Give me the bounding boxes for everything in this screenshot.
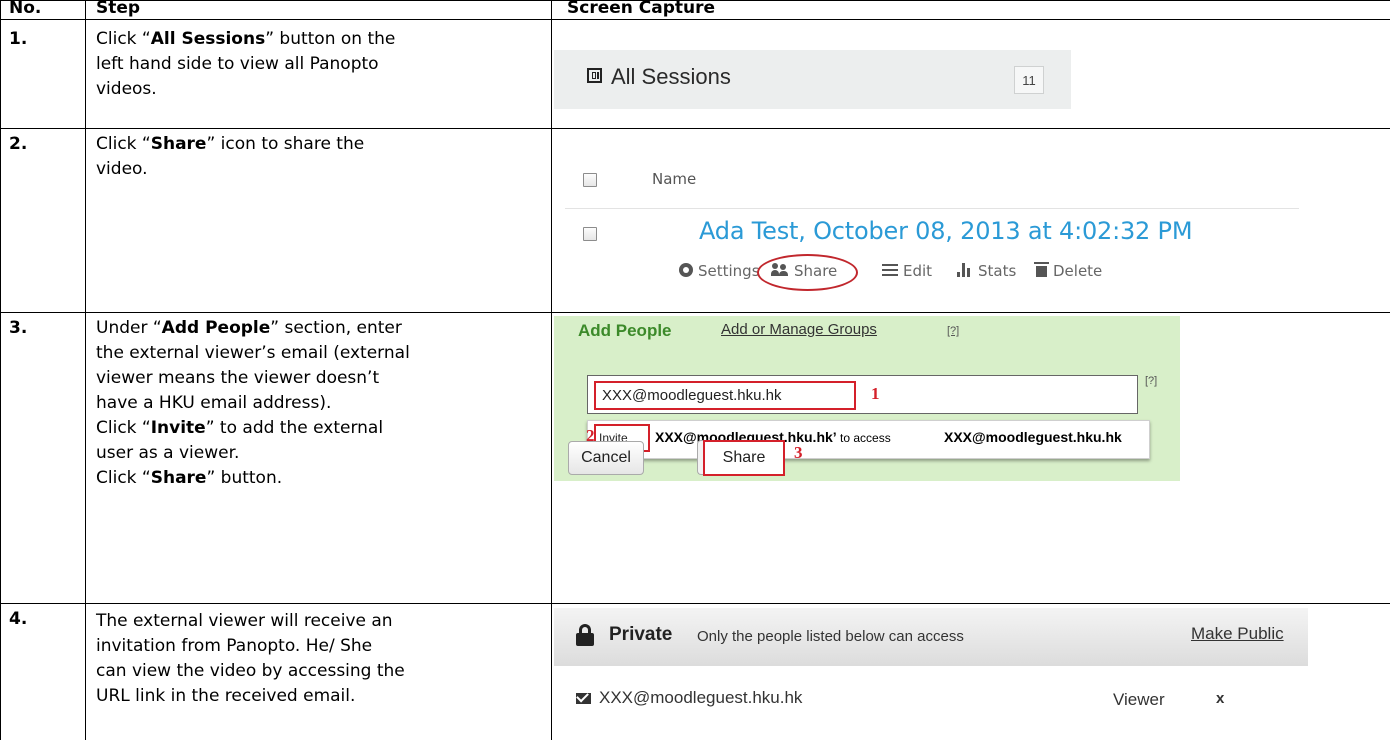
email-field-value[interactable]: XXX@moodleguest.hku.hk xyxy=(594,381,856,410)
edit-action[interactable]: Edit xyxy=(882,262,932,280)
stats-icon xyxy=(957,262,973,277)
step-marker-3: 3 xyxy=(794,443,803,462)
table-border-col2 xyxy=(551,0,552,740)
step-number: 1. xyxy=(9,29,28,49)
settings-action[interactable]: Settings xyxy=(679,262,760,280)
step-line: viewer means the viewer doesn’t xyxy=(96,368,380,388)
step-line: Click “All Sessions” button on the xyxy=(96,29,396,49)
viewer-role[interactable]: Viewer xyxy=(1113,690,1165,710)
step-line: Click “Invite” to add the external xyxy=(96,418,384,438)
step-line: the external viewer’s email (external xyxy=(96,343,410,363)
step-line: invitation from Panopto. He/ She xyxy=(96,636,373,656)
stats-action[interactable]: Stats xyxy=(957,262,1016,280)
header-no: No. xyxy=(9,0,42,18)
gear-icon xyxy=(679,262,693,277)
step-line: Click “Share” button. xyxy=(96,468,283,488)
step-line: videos. xyxy=(96,79,157,99)
envelope-icon xyxy=(576,693,591,704)
edit-icon xyxy=(882,263,898,277)
step-text: The external viewer will receive an invi… xyxy=(96,609,405,709)
step-text: Click “All Sessions” button on the left … xyxy=(96,27,395,102)
header-step: Step xyxy=(96,0,141,18)
viewer-email: XXX@moodleguest.hku.hk xyxy=(599,688,803,707)
table-border-row2 xyxy=(0,312,1390,313)
step-line: video. xyxy=(96,159,148,179)
all-sessions-label[interactable]: All Sessions xyxy=(611,64,731,90)
select-all-checkbox[interactable] xyxy=(583,173,597,187)
cancel-button[interactable]: Cancel xyxy=(568,441,644,475)
add-people-title: Add People xyxy=(578,321,672,340)
table-border-row3 xyxy=(0,603,1390,604)
manage-groups-link[interactable]: Add or Manage Groups xyxy=(721,321,877,338)
step-line: URL link in the received email. xyxy=(96,686,356,706)
session-checkbox[interactable] xyxy=(583,227,597,241)
share-button[interactable]: Share xyxy=(703,440,785,476)
step-text: Click “Share” icon to share the video. xyxy=(96,132,364,182)
step-number: 3. xyxy=(9,318,28,338)
step-line: The external viewer will receive an xyxy=(96,611,393,631)
access-title: Private xyxy=(609,624,673,645)
session-list-capture: Name Ada Test, October 08, 2013 at 4:02:… xyxy=(554,164,1390,305)
sessions-icon xyxy=(587,68,602,83)
all-sessions-capture: All Sessions 11 xyxy=(554,50,1071,109)
step-line: Under “Add People” section, enter xyxy=(96,318,402,338)
step-number: 2. xyxy=(9,134,28,154)
step-line: left hand side to view all Panopto xyxy=(96,54,379,74)
trash-icon xyxy=(1034,262,1049,277)
lock-icon xyxy=(576,624,594,646)
table-border-col1 xyxy=(85,0,86,740)
add-people-capture: Add People Add or Manage Groups [?] [?] … xyxy=(554,316,1180,481)
table-border-row1 xyxy=(0,128,1390,129)
step-line: user as a viewer. xyxy=(96,443,240,463)
session-title-link[interactable]: Ada Test, October 08, 2013 at 4:02:32 PM xyxy=(699,217,1193,245)
delete-action[interactable]: Delete xyxy=(1034,262,1102,280)
share-highlight-oval xyxy=(757,254,858,291)
step-number: 4. xyxy=(9,609,28,629)
remove-viewer-button[interactable]: x xyxy=(1216,690,1224,707)
step-line: can view the video by accessing the xyxy=(96,661,405,681)
step-line: have a HKU email address). xyxy=(96,393,332,413)
table-border-left xyxy=(0,0,1,740)
invite-target-email: XXX@moodleguest.hku.hk xyxy=(944,429,1122,445)
step-text: Under “Add People” section, enter the ex… xyxy=(96,316,410,491)
help-link[interactable]: [?] xyxy=(947,325,959,337)
help-link[interactable]: [?] xyxy=(1145,375,1157,387)
row-divider xyxy=(565,208,1299,209)
private-access-capture: Private Only the people listed below can… xyxy=(554,608,1308,740)
header-screen-capture: Screen Capture xyxy=(567,0,716,18)
make-public-link[interactable]: Make Public xyxy=(1191,624,1284,644)
access-description: Only the people listed below can access xyxy=(697,628,964,645)
name-column-header[interactable]: Name xyxy=(652,170,696,188)
session-count-badge: 11 xyxy=(1014,66,1044,94)
step-marker-1: 1 xyxy=(871,384,880,403)
step-line: Click “Share” icon to share the xyxy=(96,134,365,154)
